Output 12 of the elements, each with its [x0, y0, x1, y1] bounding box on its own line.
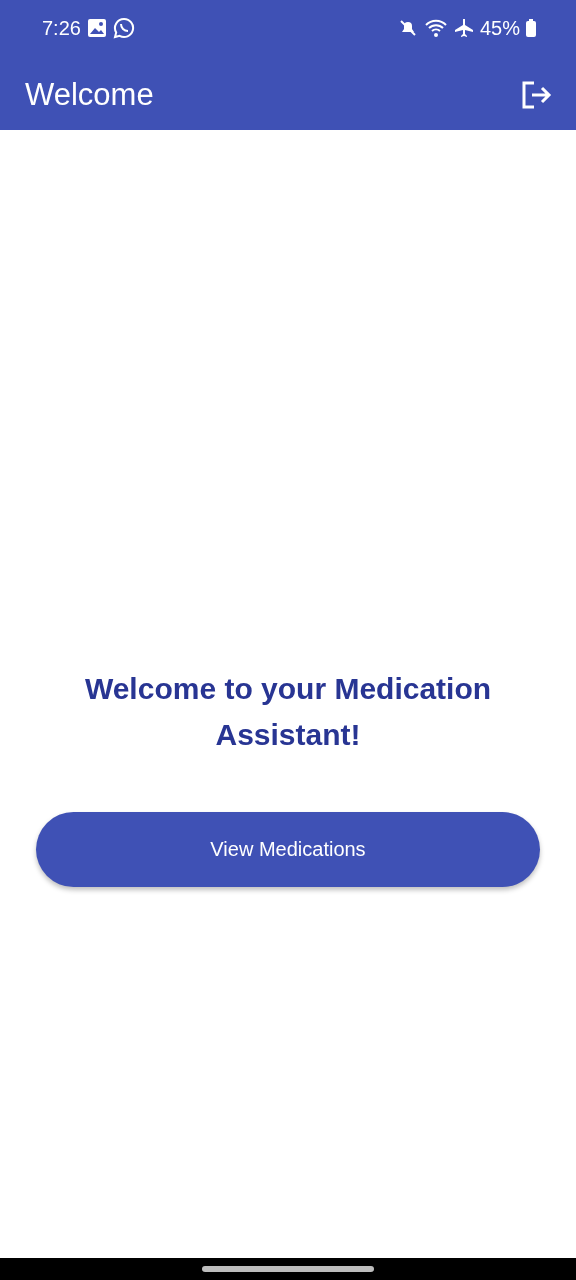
status-time: 7:26: [42, 16, 81, 40]
logout-icon: [520, 80, 552, 110]
airplane-icon: [453, 18, 474, 38]
battery-percentage: 45%: [479, 16, 520, 40]
image-icon: [86, 18, 107, 38]
mute-icon: [397, 18, 418, 38]
view-medications-button[interactable]: View Medications: [36, 812, 540, 887]
wifi-icon: [423, 18, 448, 38]
app-bar-title: Welcome: [25, 77, 154, 113]
chat-icon: [112, 17, 135, 39]
welcome-heading: Welcome to your Medication Assistant!: [83, 671, 493, 753]
battery-icon: [526, 19, 536, 37]
